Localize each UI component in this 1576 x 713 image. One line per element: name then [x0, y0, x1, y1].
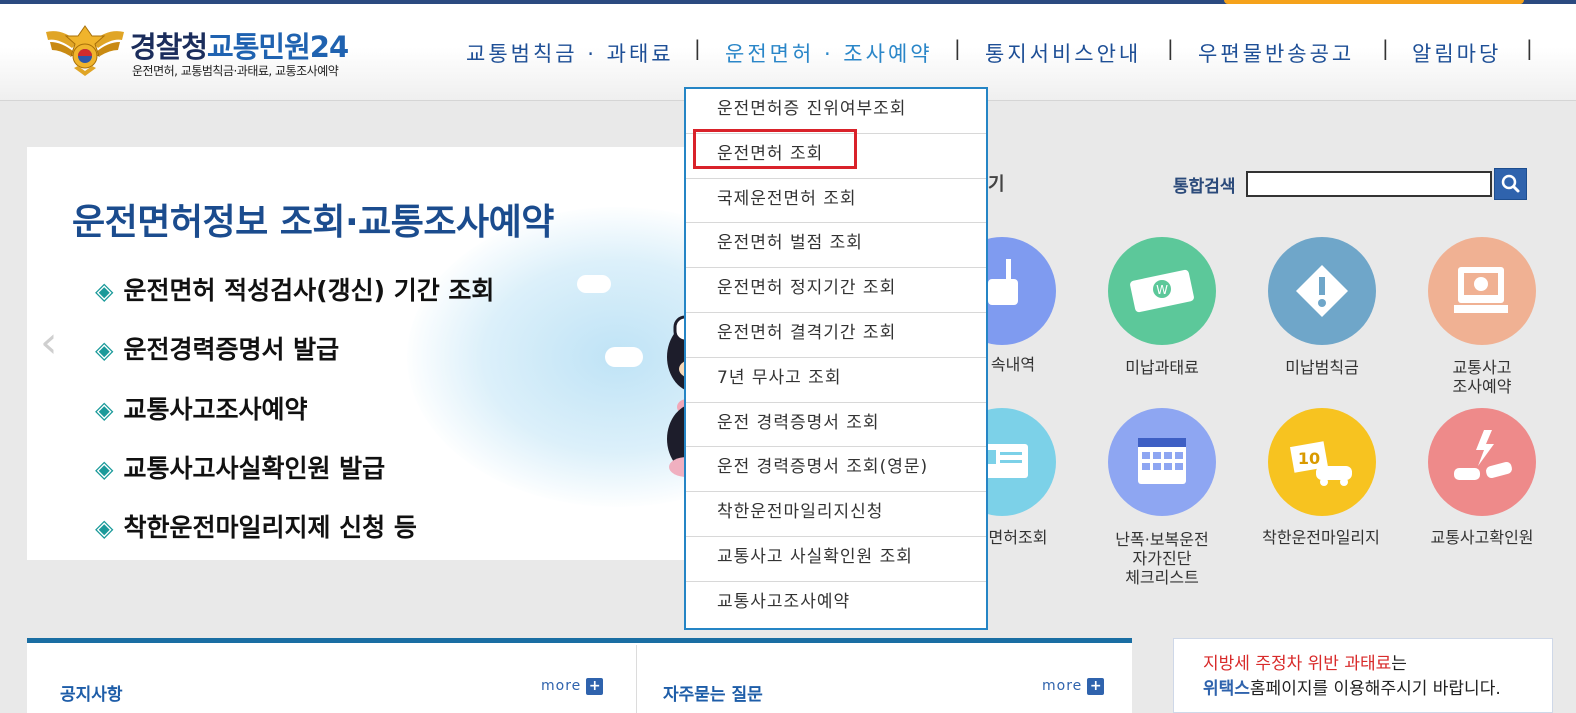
plus-icon: +: [1087, 678, 1105, 695]
quick-label: 난폭·보복운전 자가진단 체크리스트: [1115, 530, 1209, 587]
promo-text: 지방세 주정차 위반 과태료는: [1203, 654, 1407, 674]
svg-text:10: 10: [1298, 449, 1320, 468]
submenu-item-penalty-points[interactable]: 운전면허 벌점 조회: [686, 223, 986, 269]
submenu-item-7yr-accident-free[interactable]: 7년 무사고 조회: [686, 358, 986, 403]
warning-icon[interactable]: [1268, 237, 1376, 345]
nav-license[interactable]: 운전면허 · 조사예약: [725, 38, 933, 68]
promo-text: 위택스홈페이지를 이용해주시기 바랍니다.: [1203, 679, 1501, 699]
highlight-box: [693, 129, 857, 169]
plus-icon: +: [586, 678, 604, 695]
submenu-item-disqualification-period[interactable]: 운전면허 결격기간 조회: [686, 313, 986, 358]
police-emblem-icon: [46, 25, 124, 76]
quick-label: 교통사고확인원: [1430, 528, 1534, 547]
nav-returned-mail[interactable]: 우편물반송공고: [1198, 38, 1354, 68]
promo-banner[interactable]: 지방세 주정차 위반 과태료는 위택스홈페이지를 이용해주시기 바랍니다.: [1173, 638, 1553, 713]
nav-separator: |: [954, 36, 961, 60]
diamond-icon: ◈: [95, 396, 114, 424]
diamond-icon: ◈: [95, 455, 114, 483]
submenu-item-driving-record[interactable]: 운전 경력증명서 조회: [686, 403, 986, 448]
brand-subtitle: 운전면허, 교통범칙금·과태료, 교통조사예약: [132, 64, 339, 78]
calendar-icon[interactable]: [1108, 408, 1216, 516]
notice-title[interactable]: 공지사항: [60, 680, 123, 705]
nav-separator: |: [1526, 36, 1533, 60]
monitor-icon[interactable]: [1428, 237, 1536, 345]
quick-service-title: 기: [988, 174, 1005, 195]
board-divider: [636, 645, 637, 713]
search-label: 통합검색: [1173, 177, 1236, 197]
nav-separator: |: [1382, 36, 1389, 60]
quick-label: 미납과태료: [1125, 358, 1199, 377]
search-button[interactable]: [1494, 168, 1527, 200]
cloud-decoration: [577, 275, 611, 293]
notice-more-button[interactable]: more +: [541, 678, 604, 695]
nav-fines[interactable]: 교통범칙금 · 과태료: [466, 38, 674, 68]
nav-notification[interactable]: 통지서비스안내: [985, 38, 1141, 68]
banner-background: [407, 207, 687, 507]
banner-prev-button[interactable]: ‹: [40, 321, 58, 365]
submenu-item-accident-reservation[interactable]: 교통사고조사예약: [686, 582, 986, 627]
site-logo[interactable]: 경찰청교통민원24 운전면허, 교통범칙금·과태료, 교통조사예약: [42, 22, 382, 82]
nav-separator: |: [694, 36, 701, 60]
diamond-icon: ◈: [95, 277, 114, 305]
submenu-item-license-authenticity[interactable]: 운전면허증 진위여부조회: [686, 89, 986, 134]
cloud-decoration: [605, 347, 643, 367]
nav-separator: |: [1167, 36, 1174, 60]
quick-label: 착한운전마일리지: [1262, 528, 1380, 547]
quick-label: 속내역: [990, 355, 1036, 374]
money-icon[interactable]: W: [1108, 237, 1216, 345]
brand-title: 경찰청교통민원24: [130, 30, 349, 64]
banner-bullet: ◈ 운전경력증명서 발급: [95, 335, 340, 364]
crash-icon[interactable]: [1428, 408, 1536, 516]
banner-bullet: ◈ 교통사고사실확인원 발급: [95, 454, 386, 483]
nav-notices[interactable]: 알림마당: [1412, 38, 1501, 68]
banner-bullet: ◈ 착한운전마일리지제 신청 등: [95, 513, 417, 542]
banner-title: 운전면허정보 조회·교통조사예약: [72, 202, 554, 243]
quick-label: 면허조회: [988, 528, 1048, 547]
mileage-car-icon[interactable]: 10: [1268, 408, 1376, 516]
main-banner: 운전면허정보 조회·교통조사예약 ◈ 운전면허 적성검사(갱신) 기간 조회 ◈ 운…: [27, 147, 687, 560]
quick-label: 교통사고 조사예약: [1452, 358, 1512, 396]
board-panel: [27, 638, 1132, 713]
faq-title[interactable]: 자주묻는 질문: [663, 680, 763, 705]
banner-bullet: ◈ 운전면허 적성검사(갱신) 기간 조회: [95, 276, 495, 305]
diamond-icon: ◈: [95, 514, 114, 542]
search-icon: [1501, 174, 1520, 193]
search-input[interactable]: [1246, 171, 1492, 197]
submenu-item-intl-license[interactable]: 국제운전면허 조회: [686, 179, 986, 224]
svg-text:W: W: [1156, 283, 1168, 297]
faq-more-button[interactable]: more +: [1042, 678, 1105, 695]
quick-label: 미납범칙금: [1285, 358, 1359, 377]
submenu-item-accident-certificate[interactable]: 교통사고 사실확인원 조회: [686, 537, 986, 582]
submenu-item-driving-record-english[interactable]: 운전 경력증명서 조회(영문): [686, 447, 986, 493]
submenu-item-suspension-period[interactable]: 운전면허 정지기간 조회: [686, 268, 986, 313]
diamond-icon: ◈: [95, 336, 114, 364]
banner-bullet: ◈ 교통사고조사예약: [95, 395, 308, 424]
submenu-item-mileage-signup[interactable]: 착한운전마일리지신청: [686, 492, 986, 537]
mascot-image: [667, 315, 687, 477]
